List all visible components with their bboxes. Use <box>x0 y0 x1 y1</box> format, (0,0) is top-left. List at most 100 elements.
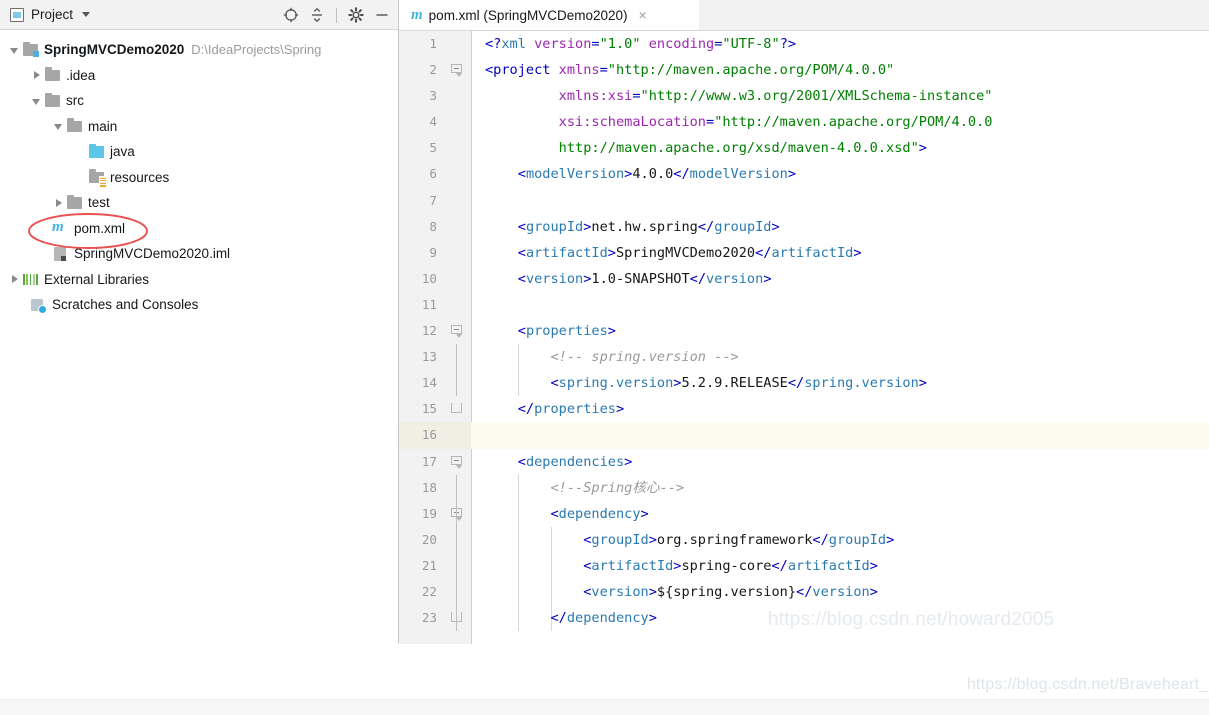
line-number: 17 <box>421 453 437 469</box>
tree-item-pom-xml[interactable]: m pom.xml <box>0 216 398 242</box>
code-line[interactable]: 10 <version>1.0-SNAPSHOT</version> <box>399 266 1209 292</box>
chevron-down-icon[interactable] <box>82 12 91 17</box>
code-line[interactable]: 11 <box>399 292 1209 318</box>
tree-item-main[interactable]: main <box>0 114 398 140</box>
tree-item-test[interactable]: test <box>0 190 398 216</box>
code-line[interactable]: 6 <modelVersion>4.0.0</modelVersion> <box>399 161 1209 187</box>
maven-file-icon: m <box>52 219 64 236</box>
chevron-collapsed-icon[interactable] <box>8 272 22 286</box>
editor-tab-bar: m pom.xml (SpringMVCDemo2020) × <box>399 0 1209 31</box>
tree-item-src[interactable]: src <box>0 88 398 114</box>
chevron-collapsed-icon[interactable] <box>52 196 66 210</box>
tree-item-java[interactable]: java <box>0 139 398 165</box>
tree-item-label: SpringMVCDemo2020.iml <box>74 246 231 262</box>
code-line[interactable]: 9 <artifactId>SpringMVCDemo2020</artifac… <box>399 240 1209 266</box>
watermark-page: https://blog.csdn.net/Braveheart_ <box>967 676 1209 693</box>
code-line-text: <properties> <box>517 323 616 340</box>
fold-marker-icon[interactable] <box>451 64 463 78</box>
tree-item-label: java <box>110 144 135 160</box>
code-line[interactable]: 8 <groupId>net.hw.spring</groupId> <box>399 214 1209 240</box>
line-number: 2 <box>429 62 437 78</box>
tree-item-resources[interactable]: resources <box>0 165 398 191</box>
resources-folder-icon <box>88 169 106 187</box>
line-number: 6 <box>429 166 437 182</box>
fold-region-line <box>456 605 457 632</box>
editor-area: m pom.xml (SpringMVCDemo2020) × 1 <?xml … <box>399 0 1209 644</box>
code-line[interactable]: 5 http://maven.apache.org/xsd/maven-4.0.… <box>399 135 1209 161</box>
line-number: 23 <box>421 610 437 626</box>
maven-file-icon: m <box>411 6 423 23</box>
project-tool-window: Project SpringMVCDemo2020 D:\IdeaProject… <box>0 0 399 643</box>
code-line-current[interactable]: 16 <box>399 422 1209 449</box>
libraries-icon <box>22 271 39 287</box>
tree-item-label: .idea <box>66 67 96 83</box>
tree-item-iml[interactable]: SpringMVCDemo2020.iml <box>0 241 398 267</box>
code-line[interactable]: 18 <!--Spring核心--> <box>399 474 1209 501</box>
chevron-expanded-icon[interactable] <box>30 94 44 108</box>
code-line[interactable]: 17 <dependencies> <box>399 449 1209 475</box>
line-number: 15 <box>421 401 437 417</box>
code-line-text: <version>${spring.version}</version> <box>583 583 878 600</box>
code-line[interactable]: 2 <project xmlns="http://maven.apache.or… <box>399 57 1209 83</box>
fold-marker-icon[interactable] <box>451 455 463 469</box>
gear-icon[interactable] <box>348 7 364 23</box>
code-line-text: <groupId>net.hw.spring</groupId> <box>517 218 780 235</box>
fold-marker-icon[interactable] <box>451 507 463 521</box>
code-line-text: xsi:schemaLocation="http://maven.apache.… <box>558 114 993 131</box>
project-tree[interactable]: SpringMVCDemo2020 D:\IdeaProjects\Spring… <box>0 30 398 318</box>
tree-item-label: pom.xml <box>74 220 126 236</box>
chevron-collapsed-icon[interactable] <box>30 68 44 82</box>
code-line[interactable]: 1 <?xml version="1.0" encoding="UTF-8"?> <box>399 31 1209 57</box>
scroll-from-source-icon[interactable] <box>283 7 299 23</box>
code-line[interactable]: 20 <groupId>org.springframework</groupId… <box>399 526 1209 553</box>
code-line[interactable]: 22 <version>${spring.version}</version> <box>399 578 1209 606</box>
tree-item-springmvcdemo2020[interactable]: SpringMVCDemo2020 D:\IdeaProjects\Spring <box>0 37 398 63</box>
folder-icon <box>66 194 83 211</box>
tree-item-scratches-and-consoles[interactable]: Scratches and Consoles <box>0 292 398 318</box>
code-lines: 1 <?xml version="1.0" encoding="UTF-8"?>… <box>399 31 1209 632</box>
code-line[interactable]: 19 <dependency> <box>399 500 1209 527</box>
sources-folder-icon <box>88 143 105 160</box>
fold-region-line <box>456 370 457 397</box>
editor-tab-label: pom.xml (SpringMVCDemo2020) <box>428 7 628 23</box>
tree-item-idea[interactable]: .idea <box>0 63 398 89</box>
code-line-text: <artifactId>SpringMVCDemo2020</artifactI… <box>517 244 862 261</box>
line-number: 14 <box>421 375 437 391</box>
project-panel-title-group[interactable]: Project <box>10 7 91 22</box>
code-editor[interactable]: 1 <?xml version="1.0" encoding="UTF-8"?>… <box>399 31 1209 644</box>
close-icon[interactable]: × <box>639 8 647 22</box>
code-line[interactable]: 14 <spring.version>5.2.9.RELEASE</spring… <box>399 370 1209 397</box>
code-line[interactable]: 21 <artifactId>spring-core</artifactId> <box>399 552 1209 579</box>
folder-icon <box>44 92 61 109</box>
code-line[interactable]: 4 xsi:schemaLocation="http://maven.apach… <box>399 109 1209 135</box>
line-number: 9 <box>429 244 437 260</box>
minimize-icon[interactable] <box>374 7 390 23</box>
code-line[interactable]: 3 xmlns:xsi="http://www.w3.org/2001/XMLS… <box>399 83 1209 109</box>
fold-region-line <box>456 526 457 553</box>
tree-item-label: main <box>88 118 118 134</box>
line-number: 7 <box>429 192 437 208</box>
code-line[interactable]: 23 </dependency> <box>399 605 1209 632</box>
code-line[interactable]: 15 </properties> <box>399 396 1209 445</box>
collapse-all-icon[interactable] <box>309 7 325 23</box>
editor-tab-pom-xml[interactable]: m pom.xml (SpringMVCDemo2020) × <box>399 0 699 30</box>
code-line[interactable]: 7 <box>399 188 1209 214</box>
tree-item-label: External Libraries <box>44 271 150 287</box>
line-number: 1 <box>429 36 437 51</box>
fold-marker-icon[interactable] <box>451 325 463 339</box>
code-line[interactable]: 13 <!-- spring.version --> <box>399 344 1209 371</box>
tree-item-label: test <box>88 195 110 211</box>
fold-marker-end-icon[interactable] <box>451 403 462 414</box>
code-line-text: http://maven.apache.org/xsd/maven-4.0.0.… <box>558 140 927 157</box>
toolbar-separator <box>336 7 337 23</box>
code-line[interactable]: 12 <properties> <box>399 318 1209 344</box>
project-window-icon <box>10 7 24 22</box>
tree-item-external-libraries[interactable]: External Libraries <box>0 267 398 293</box>
project-panel-header: Project <box>0 0 398 30</box>
chevron-expanded-icon[interactable] <box>8 43 22 57</box>
chevron-expanded-icon[interactable] <box>52 119 66 133</box>
code-line-text: <project xmlns="http://maven.apache.org/… <box>485 62 895 79</box>
code-line-text: <dependencies> <box>517 453 633 470</box>
